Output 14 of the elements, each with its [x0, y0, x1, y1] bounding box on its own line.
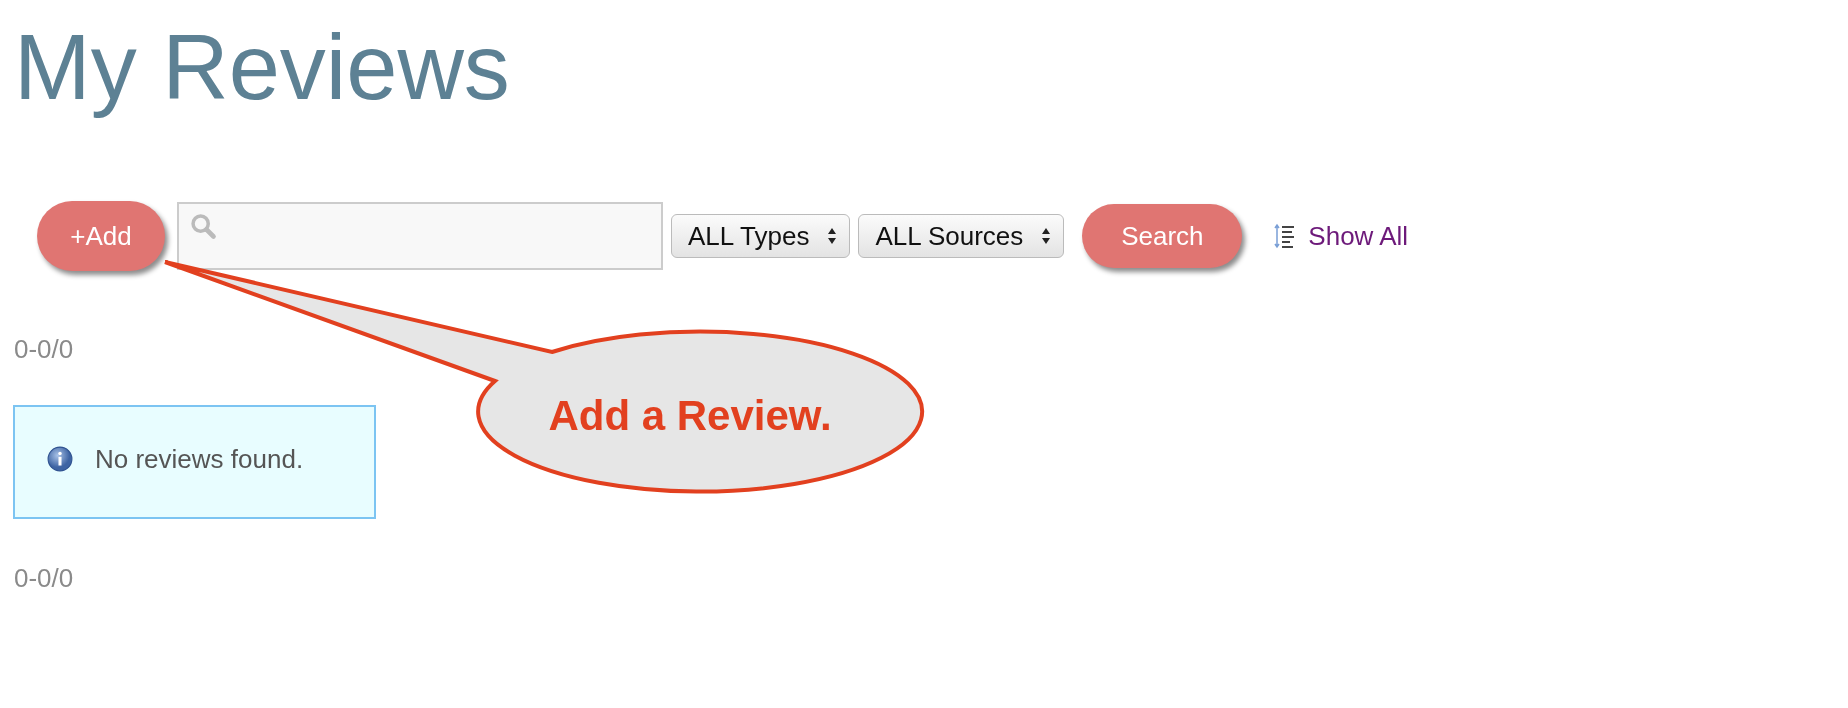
search-field[interactable]: [177, 202, 663, 270]
callout-text: Add a Review.: [548, 392, 832, 439]
pagination-count: 0-0/0: [14, 563, 75, 594]
page-title: My Reviews: [13, 15, 511, 120]
type-dropdown[interactable]: ALL Types: [671, 214, 851, 258]
search-icon: [189, 212, 217, 240]
info-icon: [47, 446, 73, 472]
source-dropdown[interactable]: ALL Sources: [858, 214, 1065, 258]
dropdown-arrows-icon: [827, 227, 838, 245]
alert-message: No reviews found.: [95, 443, 304, 475]
dropdown-arrows-icon: [1041, 227, 1052, 245]
pagination-count: 0-0/0: [14, 334, 75, 365]
show-all-link[interactable]: Show All: [1308, 220, 1409, 252]
sort-list-icon: [1274, 223, 1297, 249]
